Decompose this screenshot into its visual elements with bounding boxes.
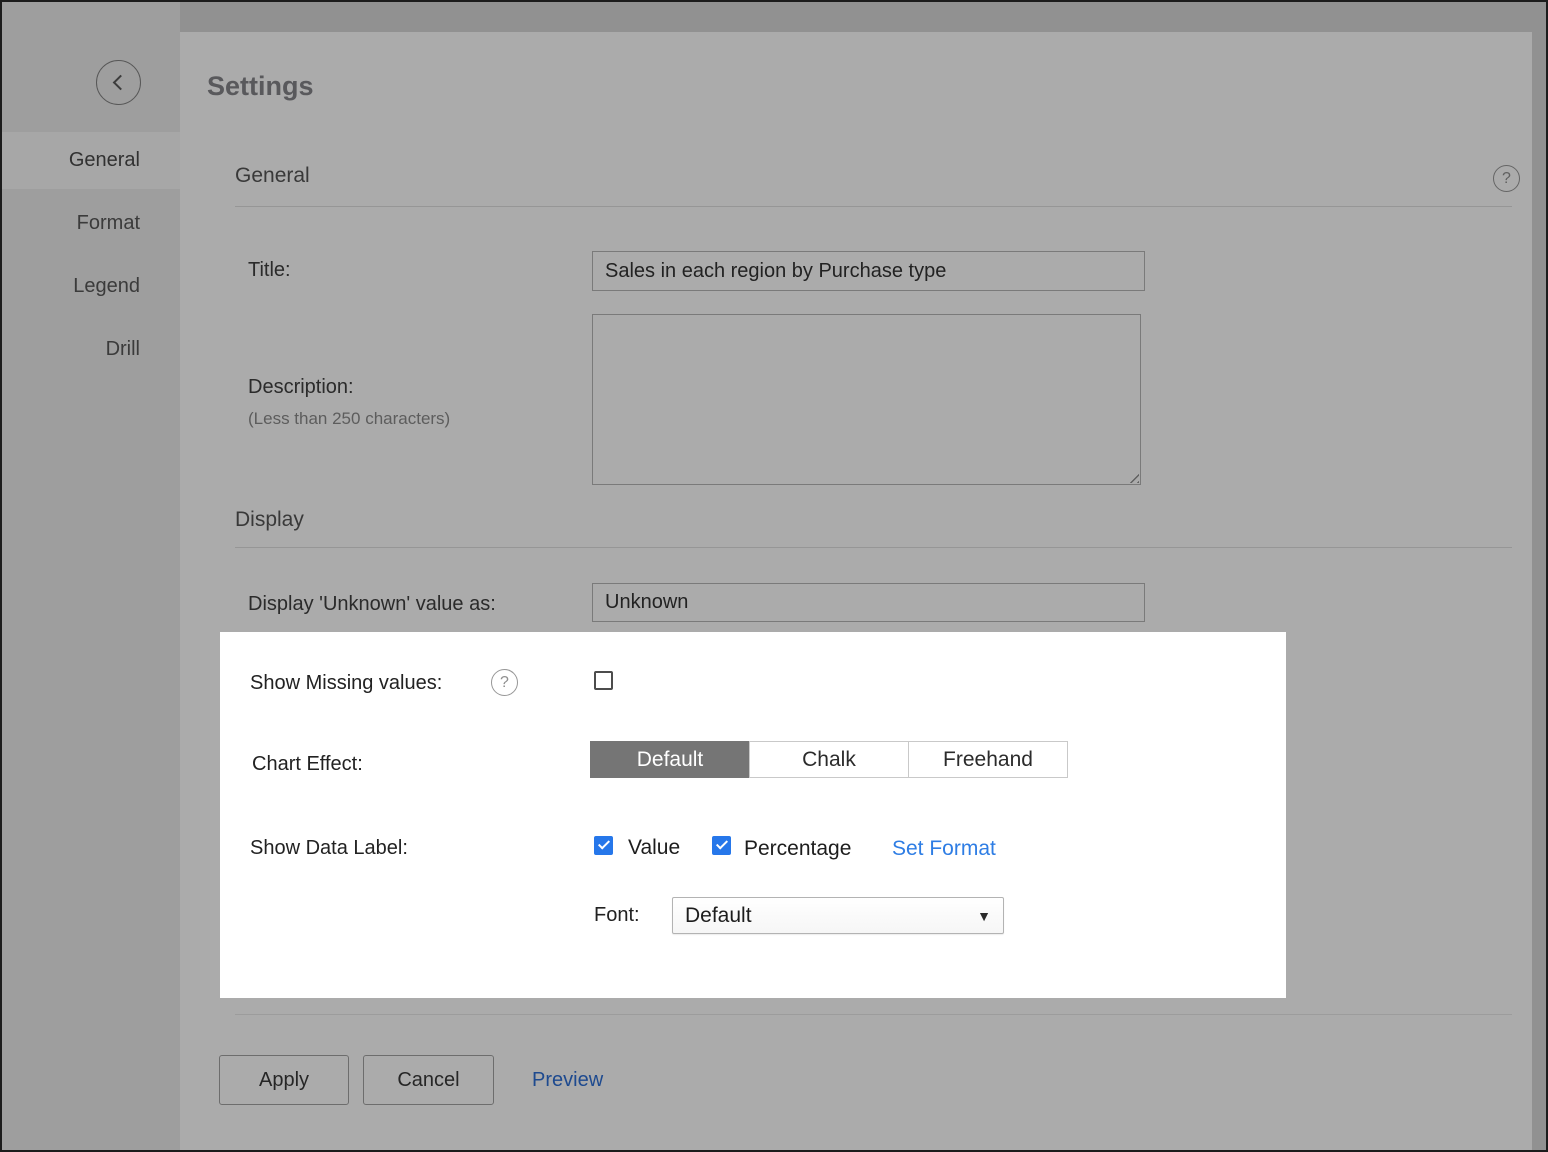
title-input[interactable] bbox=[592, 251, 1145, 291]
chevron-left-icon bbox=[113, 75, 129, 91]
settings-screen: General Format Legend Drill Settings Gen… bbox=[0, 0, 1548, 1152]
font-dropdown[interactable]: Default ▼ bbox=[672, 897, 1004, 934]
value-checkbox[interactable] bbox=[594, 836, 613, 855]
page-title: Settings bbox=[207, 71, 314, 102]
divider bbox=[235, 206, 1512, 207]
apply-button[interactable]: Apply bbox=[219, 1055, 349, 1105]
sidebar-item-general[interactable]: General bbox=[2, 132, 180, 189]
sidebar-item-drill[interactable]: Drill bbox=[2, 321, 180, 378]
chart-effect-segmented-control: Default Chalk Freehand bbox=[590, 741, 1068, 778]
check-icon bbox=[597, 837, 609, 849]
help-icon[interactable]: ? bbox=[491, 669, 518, 696]
font-label: Font: bbox=[594, 904, 640, 927]
description-hint: (Less than 250 characters) bbox=[248, 409, 450, 429]
divider bbox=[235, 1014, 1512, 1015]
sidebar-nav: General Format Legend Drill bbox=[2, 132, 180, 384]
percentage-checkbox[interactable] bbox=[712, 836, 731, 855]
preview-link[interactable]: Preview bbox=[532, 1069, 603, 1092]
unknown-value-input[interactable] bbox=[592, 583, 1145, 622]
set-format-link[interactable]: Set Format bbox=[892, 837, 996, 861]
display-section-heading: Display bbox=[235, 508, 304, 532]
chart-effect-option-freehand[interactable]: Freehand bbox=[908, 741, 1068, 778]
help-icon[interactable]: ? bbox=[1493, 165, 1520, 192]
show-data-label-label: Show Data Label: bbox=[250, 837, 408, 860]
display-unknown-label: Display 'Unknown' value as: bbox=[248, 593, 496, 616]
percentage-checkbox-label[interactable]: Percentage bbox=[744, 837, 851, 861]
general-section-heading: General bbox=[235, 164, 310, 188]
settings-panel: Settings General ? Title: Description: (… bbox=[180, 32, 1532, 1152]
description-label: Description: bbox=[248, 376, 354, 399]
font-dropdown-value: Default bbox=[685, 904, 752, 928]
description-textarea[interactable] bbox=[592, 314, 1141, 485]
sidebar-item-legend[interactable]: Legend bbox=[2, 258, 180, 315]
sidebar-item-format[interactable]: Format bbox=[2, 195, 180, 252]
check-icon bbox=[715, 837, 727, 849]
chart-effect-option-default[interactable]: Default bbox=[590, 741, 750, 778]
question-glyph: ? bbox=[1502, 170, 1511, 188]
value-checkbox-label[interactable]: Value bbox=[628, 836, 680, 860]
cancel-button[interactable]: Cancel bbox=[363, 1055, 494, 1105]
divider bbox=[235, 547, 1512, 548]
chart-effect-option-chalk[interactable]: Chalk bbox=[749, 741, 909, 778]
missing-values-label: Show Missing values: bbox=[250, 672, 442, 695]
missing-values-checkbox[interactable] bbox=[594, 671, 613, 690]
chart-effect-label: Chart Effect: bbox=[252, 753, 363, 776]
title-label: Title: bbox=[248, 259, 291, 282]
back-button[interactable] bbox=[96, 60, 141, 105]
question-glyph: ? bbox=[500, 674, 509, 692]
dropdown-arrow-icon: ▼ bbox=[977, 908, 991, 924]
sidebar: General Format Legend Drill bbox=[2, 2, 180, 1150]
